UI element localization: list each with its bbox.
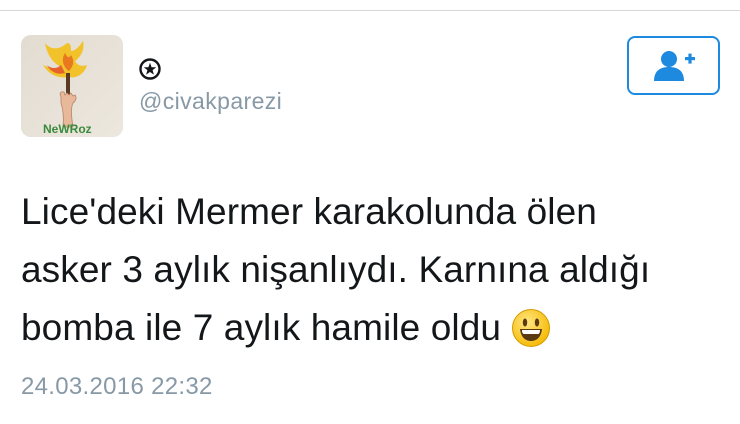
follow-button[interactable] [627, 36, 720, 95]
avatar-image: NeWRoz [21, 35, 123, 137]
tweet-text-line-1: Lice'deki Mermer karakolunda ölen [21, 191, 597, 232]
tweet-text-line-3-text: bomba ile 7 aylık hamile oldu [21, 307, 502, 348]
top-divider [0, 10, 740, 11]
add-user-icon [653, 50, 695, 81]
tweet-text-line-3: bomba ile 7 aylık hamile oldu [21, 299, 721, 357]
author-handle[interactable]: @civakparezi [139, 88, 282, 115]
tweet-text: Lice'deki Mermer karakolunda ölen asker … [21, 183, 721, 357]
avatar[interactable]: NeWRoz [21, 35, 123, 137]
avatar-caption: NeWRoz [43, 122, 92, 136]
tweet-timestamp[interactable]: 24.03.2016 22:32 [21, 373, 213, 401]
grinning-face-emoji [511, 308, 551, 348]
star-circle-icon [139, 58, 161, 80]
tweet-text-line-2: asker 3 aylık nişanlıydı. Karnına aldığı [21, 249, 651, 290]
